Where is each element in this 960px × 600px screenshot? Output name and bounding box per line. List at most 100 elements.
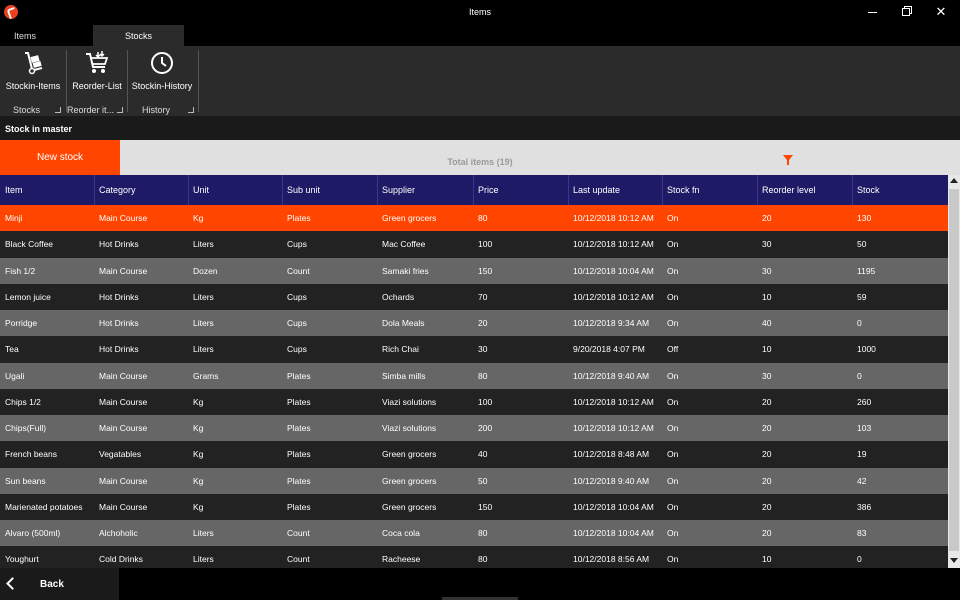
cell-sub-unit: Count: [287, 554, 310, 565]
column-separator[interactable]: [568, 175, 569, 205]
column-header-stock-fn[interactable]: Stock fn: [667, 175, 700, 205]
section-header: Stock in master: [0, 116, 960, 140]
cell-reorder-level: 10: [762, 344, 772, 355]
cell-reorder-level: 20: [762, 501, 772, 512]
cell-stock: 0: [857, 554, 862, 565]
stockin-items-label: Stockin-Items: [5, 81, 61, 91]
cell-stock-fn: On: [667, 475, 679, 486]
column-separator[interactable]: [852, 175, 853, 205]
column-separator[interactable]: [282, 175, 283, 205]
cell-last-update: 10/12/2018 10:12 AM: [573, 396, 654, 407]
column-header-item[interactable]: Item: [5, 175, 23, 205]
cell-item: Ugali: [5, 370, 25, 381]
cell-supplier: Green grocers: [382, 213, 437, 224]
cell-item: Chips 1/2: [5, 396, 41, 407]
column-header-stock[interactable]: Stock: [857, 175, 880, 205]
cell-price: 80: [478, 528, 488, 539]
cell-item: Fish 1/2: [5, 265, 36, 276]
cell-sub-unit: Cups: [287, 318, 307, 329]
column-separator[interactable]: [473, 175, 474, 205]
table-row[interactable]: Youghurt Cold Drinks Liters Count Racheese 80…: [0, 546, 948, 568]
cell-item: Lemon juice: [5, 291, 51, 302]
cell-supplier: Viazi solutions: [382, 396, 437, 407]
cell-last-update: 10/12/2018 8:56 AM: [573, 554, 650, 565]
table-row[interactable]: Alvaro (500ml) Alchoholic Liters Count Coca …: [0, 520, 948, 547]
column-separator[interactable]: [757, 175, 758, 205]
restore-icon: [902, 8, 910, 16]
column-header-price[interactable]: Price: [478, 175, 499, 205]
scroll-thumb[interactable]: [949, 189, 959, 551]
cell-stock-fn: On: [667, 554, 679, 565]
restore-button[interactable]: [896, 4, 916, 20]
cell-supplier: Rich Chai: [382, 344, 419, 355]
cell-last-update: 10/12/2018 10:12 AM: [573, 239, 654, 250]
minimize-button[interactable]: [862, 4, 882, 20]
cell-reorder-level: 30: [762, 370, 772, 381]
cell-category: Main Course: [99, 423, 148, 434]
column-separator[interactable]: [188, 175, 189, 205]
cell-reorder-level: 30: [762, 239, 772, 250]
column-separator[interactable]: [377, 175, 378, 205]
cell-stock: 260: [857, 396, 872, 407]
cell-stock: 42: [857, 475, 867, 486]
cell-category: Main Course: [99, 213, 148, 224]
cell-stock-fn: On: [667, 239, 679, 250]
tab-stocks[interactable]: Stocks: [93, 25, 184, 46]
group-launcher-icon[interactable]: [117, 107, 123, 113]
column-header-last-update[interactable]: Last update: [573, 175, 620, 205]
table-row[interactable]: French beans Vegatables Kg Plates Green groc…: [0, 441, 948, 468]
table-row[interactable]: Black Coffee Hot Drinks Liters Cups Mac Coff…: [0, 231, 948, 258]
cell-unit: Kg: [193, 449, 204, 460]
column-header-unit[interactable]: Unit: [193, 175, 209, 205]
column-separator[interactable]: [94, 175, 95, 205]
table-row[interactable]: Porridge Hot Drinks Liters Cups Dola Meals 20…: [0, 310, 948, 337]
cell-category: Hot Drinks: [99, 239, 139, 250]
grid-header: Item Category Unit Sub unit Supplier Price Las…: [0, 175, 948, 205]
column-header-reorder-level[interactable]: Reorder level: [762, 175, 816, 205]
ribbon-group-stocks: Stockin-Items Stocks: [0, 46, 66, 116]
group-label-reorder: Reorder it...: [67, 105, 115, 115]
cell-sub-unit: Plates: [287, 213, 311, 224]
column-header-sub-unit[interactable]: Sub unit: [287, 175, 320, 205]
scroll-up-icon[interactable]: [950, 178, 958, 183]
stockin-history-button[interactable]: Stockin-History: [132, 50, 192, 91]
group-launcher-icon[interactable]: [55, 107, 61, 113]
table-row[interactable]: Fish 1/2 Main Course Dozen Count Samaki frie…: [0, 257, 948, 284]
table-row[interactable]: Ugali Main Course Grams Plates Simba mills 80…: [0, 362, 948, 389]
scroll-down-icon[interactable]: [950, 558, 958, 563]
cell-item: Marienated potatoes: [5, 501, 83, 512]
cell-unit: Kg: [193, 213, 204, 224]
cell-item: Youghurt: [5, 554, 39, 565]
table-row[interactable]: Chips(Full) Main Course Kg Plates Viazi solu…: [0, 415, 948, 442]
clock-icon: [151, 52, 173, 74]
cell-reorder-level: 40: [762, 318, 772, 329]
vertical-scrollbar[interactable]: [948, 175, 960, 568]
tab-items[interactable]: Items: [0, 25, 50, 46]
stockin-items-button[interactable]: Stockin-Items: [6, 50, 60, 91]
table-row[interactable]: Minji Main Course Kg Plates Green grocers 80 1…: [0, 205, 948, 232]
column-header-category[interactable]: Category: [99, 175, 136, 205]
table-row[interactable]: Lemon juice Hot Drinks Liters Cups Ochards 70…: [0, 283, 948, 310]
table-row[interactable]: Sun beans Main Course Kg Plates Green grocer…: [0, 467, 948, 494]
table-row[interactable]: Tea Hot Drinks Liters Cups Rich Chai 30 9/20/2…: [0, 336, 948, 363]
funnel-icon[interactable]: [782, 154, 794, 166]
cell-sub-unit: Plates: [287, 501, 311, 512]
cell-price: 20: [478, 318, 488, 329]
close-button[interactable]: ✕: [931, 4, 951, 20]
cell-price: 50: [478, 475, 488, 486]
cell-category: Main Course: [99, 370, 148, 381]
cell-sub-unit: Plates: [287, 449, 311, 460]
cell-last-update: 10/12/2018 9:34 AM: [573, 318, 650, 329]
group-launcher-icon[interactable]: [188, 107, 194, 113]
new-stock-button[interactable]: New stock: [0, 140, 120, 175]
column-separator[interactable]: [662, 175, 663, 205]
table-row[interactable]: Chips 1/2 Main Course Kg Plates Viazi soluti…: [0, 388, 948, 415]
table-row[interactable]: Marienated potatoes Main Course Kg Plates Gr…: [0, 493, 948, 520]
cell-category: Cold Drinks: [99, 554, 143, 565]
ribbon-separator: [198, 50, 199, 112]
cell-last-update: 10/12/2018 10:04 AM: [573, 501, 654, 512]
column-header-supplier[interactable]: Supplier: [382, 175, 415, 205]
reorder-list-button[interactable]: Reorder-List: [71, 50, 123, 91]
back-button[interactable]: Back: [0, 568, 119, 600]
cell-supplier: Racheese: [382, 554, 421, 565]
